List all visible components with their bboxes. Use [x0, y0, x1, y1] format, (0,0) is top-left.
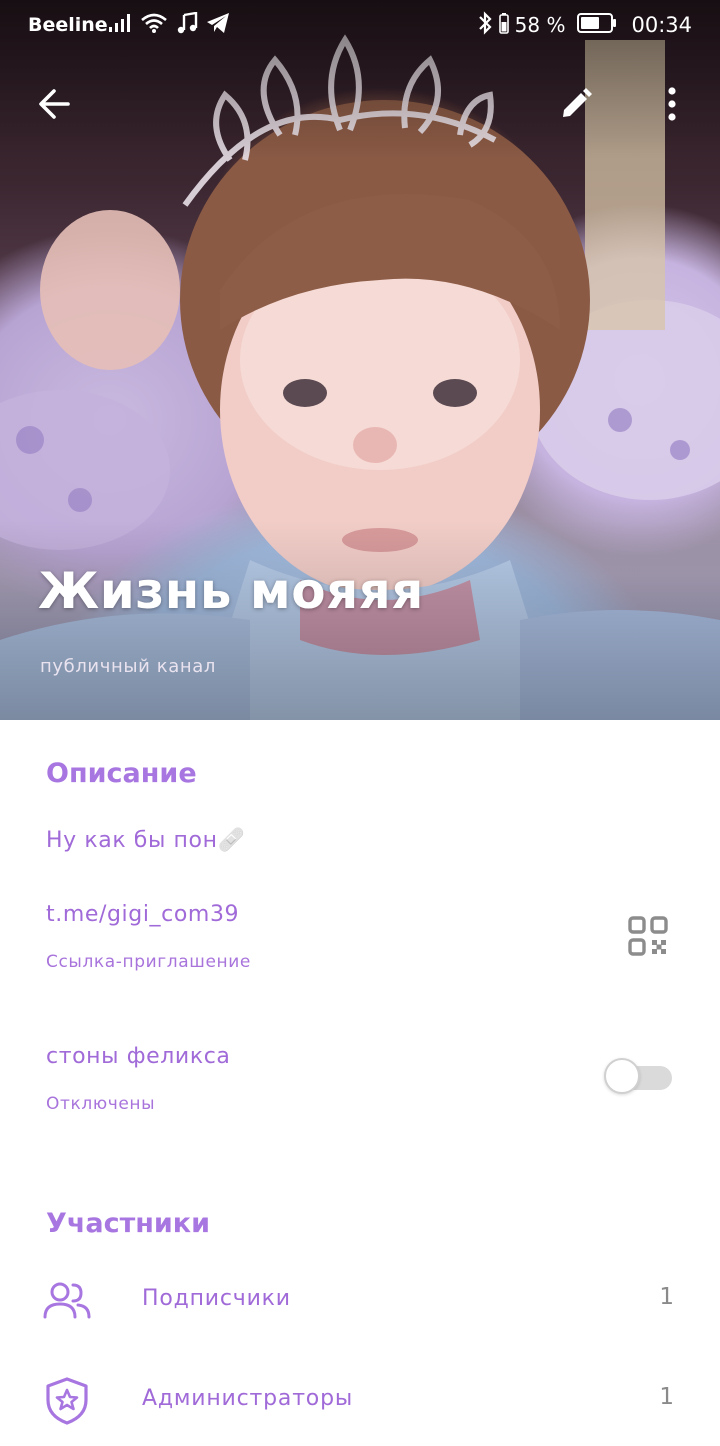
notifications-title: стоны феликса: [46, 1044, 231, 1069]
administrators-row[interactable]: Администраторы 1: [0, 1356, 720, 1446]
invite-link-row[interactable]: t.me/gigi_com39 Ссылка-приглашение: [0, 890, 600, 990]
subscribers-row[interactable]: Подписчики 1: [0, 1256, 720, 1346]
invite-link-url[interactable]: t.me/gigi_com39: [46, 902, 239, 927]
channel-type-label: публичный канал: [40, 656, 216, 677]
more-vert-icon: [668, 87, 676, 121]
signal-icon: [108, 13, 132, 38]
subscribers-label: Подписчики: [142, 1286, 291, 1311]
qr-code-icon: [628, 916, 668, 956]
people-icon: [40, 1274, 94, 1328]
invite-link-label: Ссылка-приглашение: [46, 952, 251, 972]
shield-star-icon: [40, 1374, 94, 1428]
qr-code-button[interactable]: [620, 908, 676, 964]
battery-icon: [577, 12, 617, 39]
status-bar: Beeline 58 % 00:34: [0, 0, 720, 52]
more-options-button[interactable]: [644, 76, 700, 132]
bluetooth-icon: [477, 10, 493, 40]
administrators-label: Администраторы: [142, 1386, 354, 1411]
administrators-count: 1: [659, 1384, 674, 1410]
pencil-icon: [563, 88, 592, 117]
edit-button[interactable]: [548, 76, 604, 132]
notifications-toggle[interactable]: [604, 1058, 672, 1096]
carrier-name: Beeline: [28, 14, 108, 36]
battery-percent: 58 %: [514, 13, 566, 37]
wifi-icon: [140, 12, 168, 39]
channel-title: Жизнь мояяя: [38, 562, 424, 620]
members-section-title: Участники: [46, 1208, 211, 1239]
arrow-back-icon: [39, 89, 70, 119]
description-section-title: Описание: [46, 758, 197, 789]
telegram-icon: [206, 12, 230, 39]
battery-small-icon: [498, 12, 509, 39]
subscribers-count: 1: [659, 1284, 674, 1310]
clock: 00:34: [631, 13, 692, 37]
notifications-status: Отключены: [46, 1094, 156, 1114]
toggle-knob: [604, 1058, 640, 1094]
music-icon: [176, 11, 198, 39]
back-button[interactable]: [26, 76, 82, 132]
description-text: Ну как бы пон🩹: [46, 828, 246, 853]
